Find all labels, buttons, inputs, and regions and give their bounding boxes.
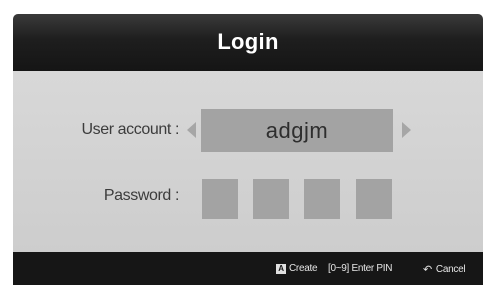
cancel-label: Cancel — [435, 264, 466, 275]
cancel-hint[interactable]: ↶ Cancel — [423, 263, 466, 276]
user-account-label: User account : — [81, 121, 179, 138]
dialog-body: User account : adgjm Password : — [13, 71, 483, 252]
dialog-header: Login — [13, 14, 483, 71]
password-label: Password : — [103, 187, 180, 204]
pin-digit-box[interactable] — [202, 179, 238, 219]
create-label: Create — [289, 263, 318, 274]
login-dialog: Login User account : adgjm Password : A … — [13, 14, 483, 285]
help-bar: A Create [0~9] Enter PIN ↶ Cancel — [13, 252, 483, 285]
a-key-icon: A — [276, 263, 286, 274]
pin-digit-box[interactable] — [356, 179, 392, 219]
enter-pin-hint: [0~9] Enter PIN — [328, 263, 392, 274]
user-account-value: adgjm — [265, 117, 329, 143]
pin-digit-box[interactable] — [304, 179, 340, 219]
return-icon: ↶ — [423, 264, 432, 276]
enter-pin-label: [0~9] Enter PIN — [328, 263, 393, 274]
create-hint[interactable]: A Create — [276, 263, 318, 274]
arrow-left-icon[interactable] — [187, 122, 196, 138]
user-account-selector[interactable]: adgjm — [201, 109, 393, 152]
pin-digit-box[interactable] — [253, 179, 289, 219]
dialog-title: Login — [217, 28, 279, 54]
arrow-right-icon[interactable] — [402, 122, 411, 138]
